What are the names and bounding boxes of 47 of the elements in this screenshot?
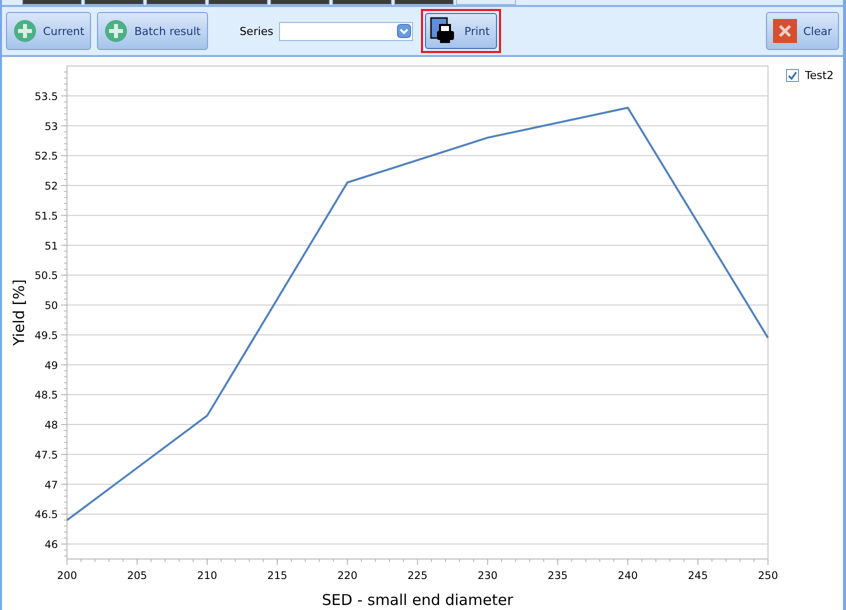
tab[interactable] <box>22 0 82 5</box>
x-tick-label: 240 <box>618 570 638 582</box>
series-dropdown[interactable] <box>279 22 414 40</box>
y-tick-label: 46.5 <box>34 509 58 522</box>
plus-icon <box>13 19 37 43</box>
tab[interactable] <box>394 0 454 5</box>
current-button[interactable]: Current <box>6 12 92 50</box>
legend-label: Test2 <box>805 69 834 82</box>
y-tick-label: 50.5 <box>34 270 58 282</box>
checkbox[interactable] <box>786 69 799 82</box>
y-tick-label: 47.5 <box>34 449 58 462</box>
y-tick-label: 48 <box>44 420 58 432</box>
y-tick-label: 48.5 <box>34 390 58 402</box>
x-axis-title: SED - small end diameter <box>322 591 514 609</box>
y-tick-label: 52 <box>44 180 58 193</box>
y-tick-label: 49.5 <box>34 330 58 342</box>
y-tick-label: 47 <box>44 479 58 492</box>
x-tick-label: 225 <box>407 570 428 582</box>
x-tick-label: 220 <box>337 570 358 582</box>
y-tick-label: 53.5 <box>34 90 58 103</box>
y-tick-label: 46 <box>44 539 58 552</box>
x-tick-label: 245 <box>688 570 708 582</box>
x-tick-label: 250 <box>758 570 778 582</box>
x-tick-label: 235 <box>548 570 568 582</box>
close-icon <box>773 19 798 43</box>
x-tick-label: 200 <box>56 570 78 582</box>
y-tick-label: 53 <box>44 120 58 133</box>
y-tick-label: 51.5 <box>34 210 58 222</box>
y-tick-label: 49 <box>44 360 58 372</box>
tab[interactable] <box>84 0 144 5</box>
x-tick-label: 215 <box>267 570 288 582</box>
batch-result-button[interactable]: Batch result <box>97 12 208 50</box>
x-tick-label: 210 <box>197 570 218 582</box>
tab[interactable] <box>332 0 392 5</box>
y-axis-title: Yield [%] <box>10 279 28 346</box>
y-tick-label: 52.5 <box>34 150 58 163</box>
x-tick-label: 230 <box>478 570 498 582</box>
y-tick-label: 51 <box>44 240 58 252</box>
tab[interactable] <box>146 0 206 5</box>
tab[interactable] <box>270 0 330 5</box>
series-label: Series <box>240 24 274 38</box>
tab[interactable] <box>208 0 268 5</box>
y-tick-label: 50 <box>44 300 58 312</box>
plus-icon <box>104 19 128 43</box>
print-button[interactable]: Print <box>425 13 497 49</box>
x-tick-label: 205 <box>127 570 148 582</box>
clear-button[interactable]: Clear <box>766 12 839 50</box>
